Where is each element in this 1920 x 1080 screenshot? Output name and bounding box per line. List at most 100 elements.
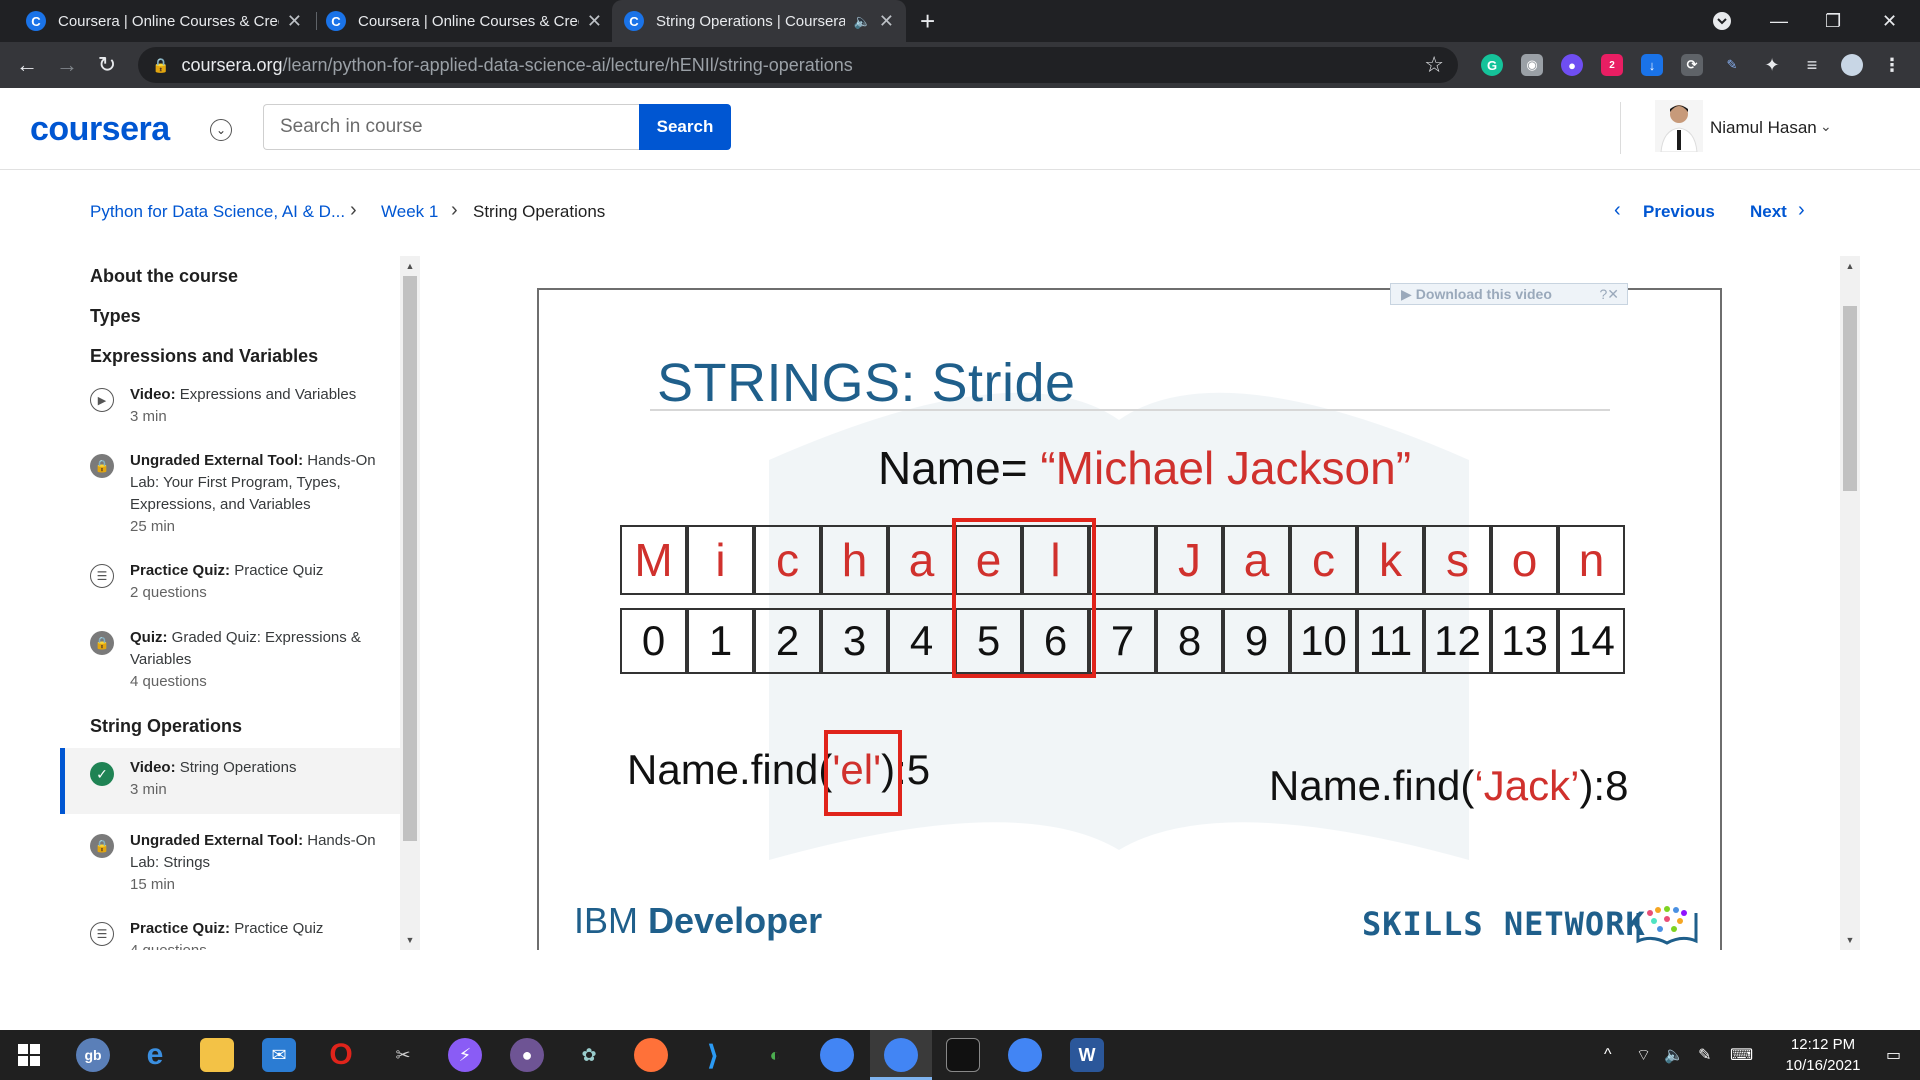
coursera-logo[interactable]: coursera (30, 110, 170, 149)
app-icon[interactable]: ◐ (758, 1038, 792, 1072)
new-tab-button[interactable]: + (920, 6, 935, 37)
app-gb-icon[interactable]: gb (76, 1038, 110, 1072)
browser-tab-2[interactable]: C Coursera | Online Courses & Credential… (314, 0, 614, 42)
browser-tab-1[interactable]: C Coursera | Online Courses & Credential… (14, 0, 314, 42)
extension-icon[interactable]: ● (1561, 54, 1583, 76)
chevron-down-icon[interactable]: ⌄ (1820, 118, 1832, 135)
vscode-icon[interactable]: ⟩ (696, 1038, 730, 1072)
speaker-icon[interactable]: 🔈 (853, 13, 870, 30)
wifi-icon[interactable]: ⌔ (1636, 1030, 1651, 1080)
minimize-icon[interactable]: — (1770, 0, 1788, 42)
firefox-icon[interactable] (634, 1038, 668, 1072)
volume-icon[interactable]: 🔈 (1664, 1030, 1684, 1080)
index-cell: 2 (754, 608, 821, 674)
coursera-favicon-icon: C (624, 11, 644, 31)
menu-kebab-icon[interactable]: ⋮ (1881, 54, 1903, 76)
scroll-down-icon[interactable]: ▼ (1840, 932, 1860, 948)
opera-icon[interactable]: O (324, 1038, 358, 1072)
file-explorer-icon[interactable] (200, 1038, 234, 1072)
url-path: /learn/python-for-applied-data-science-a… (282, 54, 853, 75)
edge-icon[interactable]: e (138, 1038, 172, 1072)
camera-icon[interactable]: ◉ (1521, 54, 1543, 76)
tab-search-icon[interactable] (1712, 0, 1732, 42)
grammarly-icon[interactable]: G (1481, 54, 1503, 76)
chrome-profile-icon[interactable] (1008, 1038, 1042, 1072)
sidebar-item[interactable]: ☰ Practice Quiz: Practice Quiz 2 questio… (60, 556, 400, 612)
app-icon[interactable]: ✿ (572, 1038, 606, 1072)
address-bar[interactable]: 🔒 coursera.org/learn/python-for-applied-… (138, 47, 1458, 83)
system-clock[interactable]: 12:12 PM 10/16/2021 (1768, 1034, 1878, 1076)
scroll-down-icon[interactable]: ▼ (400, 932, 420, 948)
close-tab-icon[interactable]: ✕ (587, 11, 602, 32)
previous-button[interactable]: Previous (1643, 202, 1715, 222)
sidebar-scroll-thumb[interactable] (403, 276, 417, 841)
name-prefix: Name= (878, 442, 1028, 494)
header-divider (1620, 102, 1621, 154)
sidebar-scrollbar[interactable]: ▲ ▼ (400, 256, 420, 950)
breadcrumb-course[interactable]: Python for Data Science, AI & D... (90, 202, 345, 222)
sidebar-item[interactable]: ☰ Practice Quiz: Practice Quiz 4 questio… (60, 914, 400, 950)
chrome-active-icon[interactable] (884, 1038, 918, 1072)
close-tab-icon[interactable]: ✕ (287, 11, 302, 32)
bookmark-star-icon[interactable]: ☆ (1424, 52, 1444, 78)
chevron-right-icon[interactable]: › (1798, 199, 1805, 222)
close-tab-icon[interactable]: ✕ (879, 11, 894, 32)
puzzle-extensions-icon[interactable]: ✦ (1761, 54, 1783, 76)
sidebar-item-text: Video: String Operations 3 min (130, 759, 297, 798)
forward-icon[interactable]: → (52, 50, 82, 80)
maximize-icon[interactable]: ❐ (1825, 0, 1841, 42)
chrome-icon[interactable] (820, 1038, 854, 1072)
sidebar-item[interactable]: 🔒 Ungraded External Tool: Hands-On Lab: … (60, 446, 400, 546)
search-button[interactable]: Search (639, 104, 731, 150)
download-video-bar[interactable]: ▶ Download this video ?✕ (1390, 283, 1628, 305)
github-icon[interactable]: ● (510, 1038, 544, 1072)
chevron-up-icon[interactable]: ^ (1604, 1030, 1612, 1080)
char-cell: i (687, 525, 754, 595)
main-scrollbar[interactable]: ▲ ▼ (1840, 256, 1860, 950)
sidebar-section-string-operations[interactable]: String Operations (90, 716, 242, 737)
help-icon[interactable]: ?✕ (1599, 286, 1619, 303)
pen-icon[interactable]: ✎ (1698, 1030, 1711, 1080)
browser-tab-3-active[interactable]: C String Operations | Coursera 🔈 ✕ (612, 0, 906, 42)
sidebar-item[interactable]: ▶ Video: Expressions and Variables 3 min (60, 380, 400, 436)
back-icon[interactable]: ← (12, 50, 42, 80)
terminal-icon[interactable] (946, 1038, 980, 1072)
sidebar-section-types[interactable]: Types (90, 306, 141, 327)
word-icon[interactable]: W (1070, 1038, 1104, 1072)
sidebar-item[interactable]: 🔒 Ungraded External Tool: Hands-On Lab: … (60, 826, 400, 906)
sync-icon[interactable]: ⟳ (1681, 54, 1703, 76)
sidebar-item-active[interactable]: ✓ Video: String Operations 3 min (60, 748, 400, 814)
lock-icon: 🔒 (90, 454, 114, 478)
sidebar-section-expressions[interactable]: Expressions and Variables (90, 346, 318, 367)
char-cell: c (1290, 525, 1357, 595)
download-extension-icon[interactable]: ↓ (1641, 54, 1663, 76)
profile-avatar-icon[interactable] (1841, 54, 1863, 76)
user-name[interactable]: Niamul Hasan (1710, 118, 1817, 138)
next-button[interactable]: Next (1750, 202, 1787, 222)
chevron-left-icon[interactable]: ‹ (1614, 199, 1621, 222)
reading-list-icon[interactable]: ≡ (1801, 54, 1823, 76)
chevron-down-icon[interactable]: ⌄ (210, 119, 232, 141)
notifications-icon[interactable]: ▭ (1886, 1030, 1901, 1080)
close-window-icon[interactable]: ✕ (1882, 0, 1897, 42)
main-scroll-thumb[interactable] (1843, 306, 1857, 491)
index-cell: 3 (821, 608, 888, 674)
scroll-up-icon[interactable]: ▲ (400, 258, 420, 274)
scroll-up-icon[interactable]: ▲ (1840, 258, 1860, 274)
extension-badge-icon[interactable]: 2 (1601, 54, 1623, 76)
index-cell: 14 (1558, 608, 1625, 674)
breadcrumb-week[interactable]: Week 1 (381, 202, 438, 222)
sidebar-section-about[interactable]: About the course (90, 266, 238, 287)
coursera-header: coursera ⌄ Search Niamul Hasan ⌄ (0, 88, 1920, 170)
keyboard-icon[interactable]: ⌨ (1730, 1030, 1753, 1080)
search-input[interactable] (263, 104, 640, 150)
mail-icon[interactable]: ✉ (262, 1038, 296, 1072)
pen-icon[interactable]: ✎ (1721, 54, 1743, 76)
snipping-tool-icon[interactable]: ✂ (386, 1038, 420, 1072)
sidebar-item[interactable]: 🔒 Quiz: Graded Quiz: Expressions & Varia… (60, 623, 400, 703)
reload-icon[interactable]: ↻ (92, 50, 122, 80)
chevron-right-icon: › (451, 199, 458, 221)
windows-start-icon[interactable] (12, 1038, 46, 1072)
user-avatar[interactable] (1655, 100, 1703, 152)
messenger-icon[interactable]: ⚡ (448, 1038, 482, 1072)
